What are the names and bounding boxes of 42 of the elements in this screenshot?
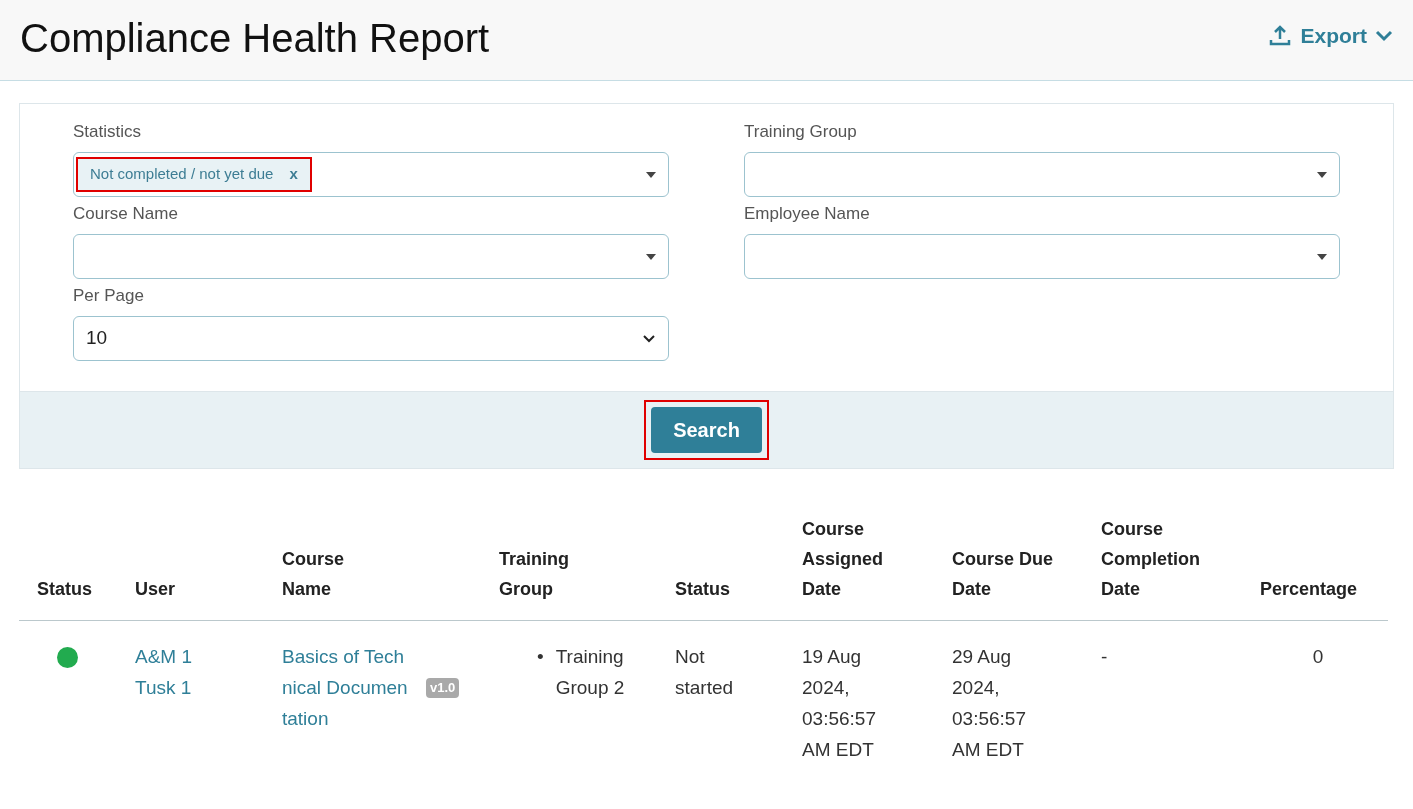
chevron-down-icon <box>1375 29 1393 42</box>
remove-tag-button[interactable]: x <box>289 163 298 186</box>
caret-icon <box>646 253 656 260</box>
field-label: Course Name <box>73 203 179 225</box>
column-header: User <box>135 514 282 621</box>
upload-icon <box>1268 23 1293 48</box>
select-field[interactable]: 10 <box>73 316 669 361</box>
page-title: Compliance Health Report <box>20 15 490 62</box>
chevron-down-icon <box>642 333 656 344</box>
column-header: Percentage <box>1260 514 1388 621</box>
column-header: Training Group <box>499 514 675 621</box>
status-text: Not started <box>675 645 735 700</box>
multiselect-field[interactable] <box>744 152 1340 197</box>
column-header: Course Name <box>282 514 499 621</box>
column-header: Course Due Date <box>952 514 1101 621</box>
multiselect-field[interactable]: Not completed / not yet due x <box>73 152 669 197</box>
column-header: Status <box>19 514 135 621</box>
field-label: Employee Name <box>744 203 871 225</box>
multiselect-field[interactable] <box>744 234 1340 279</box>
multiselect-field[interactable] <box>73 234 669 279</box>
column-header: Course Assigned Date <box>802 514 952 621</box>
field-label: Statistics <box>73 121 143 143</box>
due-date: 29 Aug 2024, 03:56:57 AM EDT <box>952 645 1027 762</box>
column-header: Status <box>675 514 802 621</box>
field-label: Training Group <box>744 121 858 143</box>
select-value: 10 <box>85 326 108 351</box>
field-label: Per Page <box>73 285 145 307</box>
caret-icon <box>1317 253 1327 260</box>
tag-text: Not completed / not yet due <box>90 164 274 185</box>
course-link[interactable]: Basics of Technical Documentation <box>282 641 410 734</box>
version-badge: v1.0 <box>426 677 460 698</box>
export-button[interactable]: Export <box>1268 20 1393 52</box>
training-group-item: Training Group 2 <box>555 645 626 700</box>
user-link[interactable]: A&M 1 Tusk 1 <box>135 641 210 703</box>
percentage-text: 0 <box>1312 646 1324 667</box>
caret-icon <box>646 171 656 178</box>
bullet-mark: • <box>537 645 544 669</box>
search-button[interactable]: Search <box>651 407 762 453</box>
completion-date: - <box>1101 646 1108 667</box>
column-header: Course Completion Date <box>1101 514 1260 621</box>
caret-icon <box>1317 171 1327 178</box>
assigned-date: 19 Aug 2024, 03:56:57 AM EDT <box>802 645 877 762</box>
